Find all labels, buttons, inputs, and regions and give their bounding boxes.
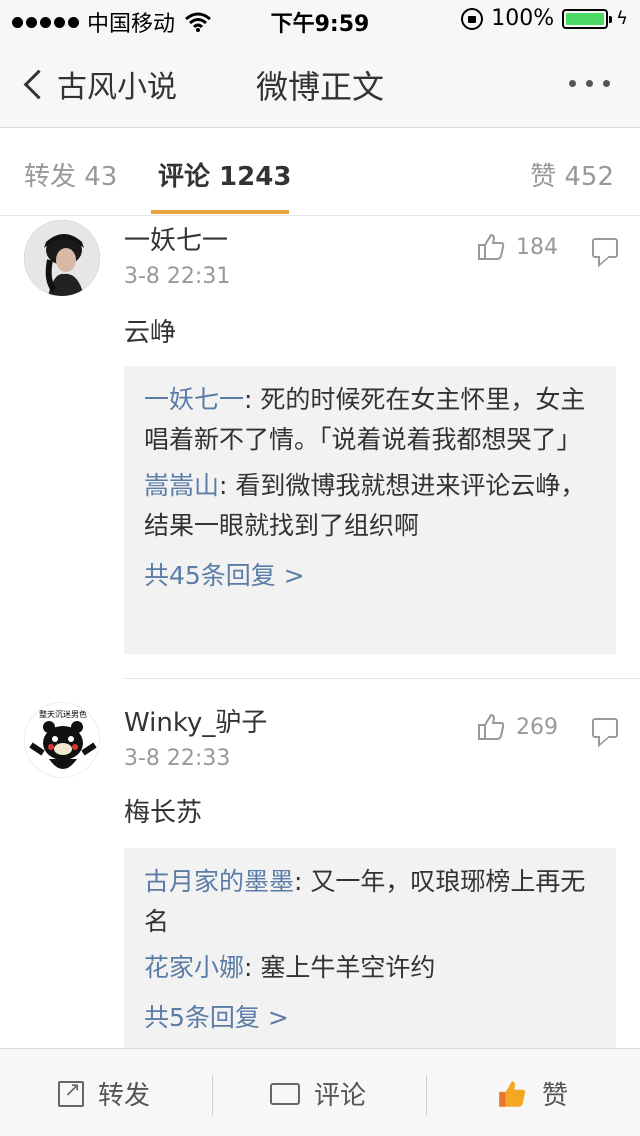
share-icon bbox=[58, 1077, 84, 1107]
repost-label: 转发 bbox=[98, 1081, 151, 1111]
battery-percent: 100% bbox=[491, 6, 555, 31]
comment-text: 梅长苏 bbox=[124, 798, 203, 828]
status-right: 100% ϟ bbox=[461, 6, 628, 31]
repost-button[interactable]: 转发 bbox=[58, 1075, 150, 1112]
reply-item: 花家小娜: 塞上牛羊空许约 bbox=[144, 948, 596, 988]
comment-list: 一妖七一 3-8 22:31 184 云峥 一妖七一: 死的时候死在女主怀里，女… bbox=[0, 216, 640, 1048]
avatar[interactable]: 整天沉迷男色 bbox=[24, 702, 100, 778]
tab-repost[interactable]: 转发 43 bbox=[24, 156, 117, 193]
more-replies-link[interactable]: 共45条回复 > bbox=[144, 556, 596, 596]
reply-author[interactable]: 花家小娜 bbox=[144, 953, 244, 982]
reply-item: 嵩嵩山: 看到微博我就想进来评论云峥，结果一眼就找到了组织啊 bbox=[144, 466, 596, 546]
like-count: 184 bbox=[516, 234, 558, 260]
tab-bar: 转发 43 评论 1243 赞 452 bbox=[0, 128, 640, 216]
comment-time: 3-8 22:33 bbox=[124, 746, 231, 771]
back-button[interactable]: 古风小说 bbox=[20, 62, 177, 106]
reply-icon[interactable] bbox=[592, 712, 618, 738]
like-label: 赞 bbox=[542, 1081, 569, 1111]
reply-author[interactable]: 一妖七一 bbox=[144, 385, 244, 414]
reply-author[interactable]: 嵩嵩山 bbox=[144, 471, 219, 500]
comment-time: 3-8 22:31 bbox=[124, 264, 231, 289]
like-count: 269 bbox=[516, 714, 558, 740]
reply-text: : 塞上牛羊空许约 bbox=[244, 953, 436, 982]
tab-comments[interactable]: 评论 1243 bbox=[158, 156, 291, 193]
comment-text: 云峥 bbox=[124, 318, 177, 348]
comment-author[interactable]: Winky_驴子 bbox=[124, 702, 267, 739]
navigation-bar: 古风小说 微博正文 bbox=[0, 40, 640, 128]
bottom-toolbar: 转发 评论 赞 bbox=[0, 1048, 640, 1136]
comment-button[interactable]: 评论 bbox=[270, 1075, 366, 1112]
wifi-icon bbox=[185, 12, 211, 32]
like-toolbar-button[interactable]: 赞 bbox=[496, 1075, 568, 1112]
avatar-image: 整天沉迷男色 bbox=[25, 703, 99, 777]
active-tab-indicator bbox=[151, 210, 289, 214]
reply-item: 古月家的墨墨: 又一年，叹琅琊榜上再无名 bbox=[144, 862, 596, 942]
rotation-lock-icon bbox=[461, 7, 484, 30]
reply-item: 一妖七一: 死的时候死在女主怀里，女主唱着新不了情。「说着说着我都想哭了」 bbox=[144, 380, 596, 460]
like-button[interactable]: 184 bbox=[476, 232, 558, 262]
reply-box[interactable]: 一妖七一: 死的时候死在女主怀里，女主唱着新不了情。「说着说着我都想哭了」 嵩嵩… bbox=[124, 366, 616, 654]
toolbar-divider bbox=[426, 1075, 427, 1115]
reply-author[interactable]: 古月家的墨墨 bbox=[144, 867, 294, 896]
thumbs-up-icon bbox=[478, 233, 505, 260]
carrier-label: 中国移动 bbox=[87, 12, 176, 37]
thumbs-up-icon bbox=[478, 713, 505, 740]
charging-icon: ϟ bbox=[616, 8, 628, 29]
signal-icon bbox=[12, 16, 79, 28]
reply-icon[interactable] bbox=[592, 232, 618, 258]
back-label: 古风小说 bbox=[57, 70, 177, 105]
avatar-caption: 整天沉迷男色 bbox=[39, 709, 87, 719]
toolbar-divider bbox=[212, 1075, 213, 1115]
avatar[interactable] bbox=[24, 220, 100, 296]
thumbs-up-icon bbox=[499, 1080, 526, 1107]
tab-likes[interactable]: 赞 452 bbox=[530, 156, 614, 193]
avatar-image bbox=[24, 220, 100, 296]
comment-icon bbox=[270, 1077, 300, 1105]
comment-divider bbox=[124, 678, 640, 679]
comment-author[interactable]: 一妖七一 bbox=[124, 220, 228, 257]
reply-box[interactable]: 古月家的墨墨: 又一年，叹琅琊榜上再无名 花家小娜: 塞上牛羊空许约 共5条回复… bbox=[124, 848, 616, 1048]
comment-label: 评论 bbox=[314, 1081, 367, 1111]
more-replies-link[interactable]: 共5条回复 > bbox=[144, 998, 596, 1038]
like-button[interactable]: 269 bbox=[476, 712, 558, 742]
status-bar: 中国移动 下午9:59 100% ϟ bbox=[0, 0, 640, 40]
battery-icon bbox=[562, 8, 613, 29]
status-left: 中国移动 bbox=[12, 6, 211, 38]
chevron-left-icon bbox=[23, 69, 54, 99]
more-icon[interactable] bbox=[569, 80, 610, 87]
